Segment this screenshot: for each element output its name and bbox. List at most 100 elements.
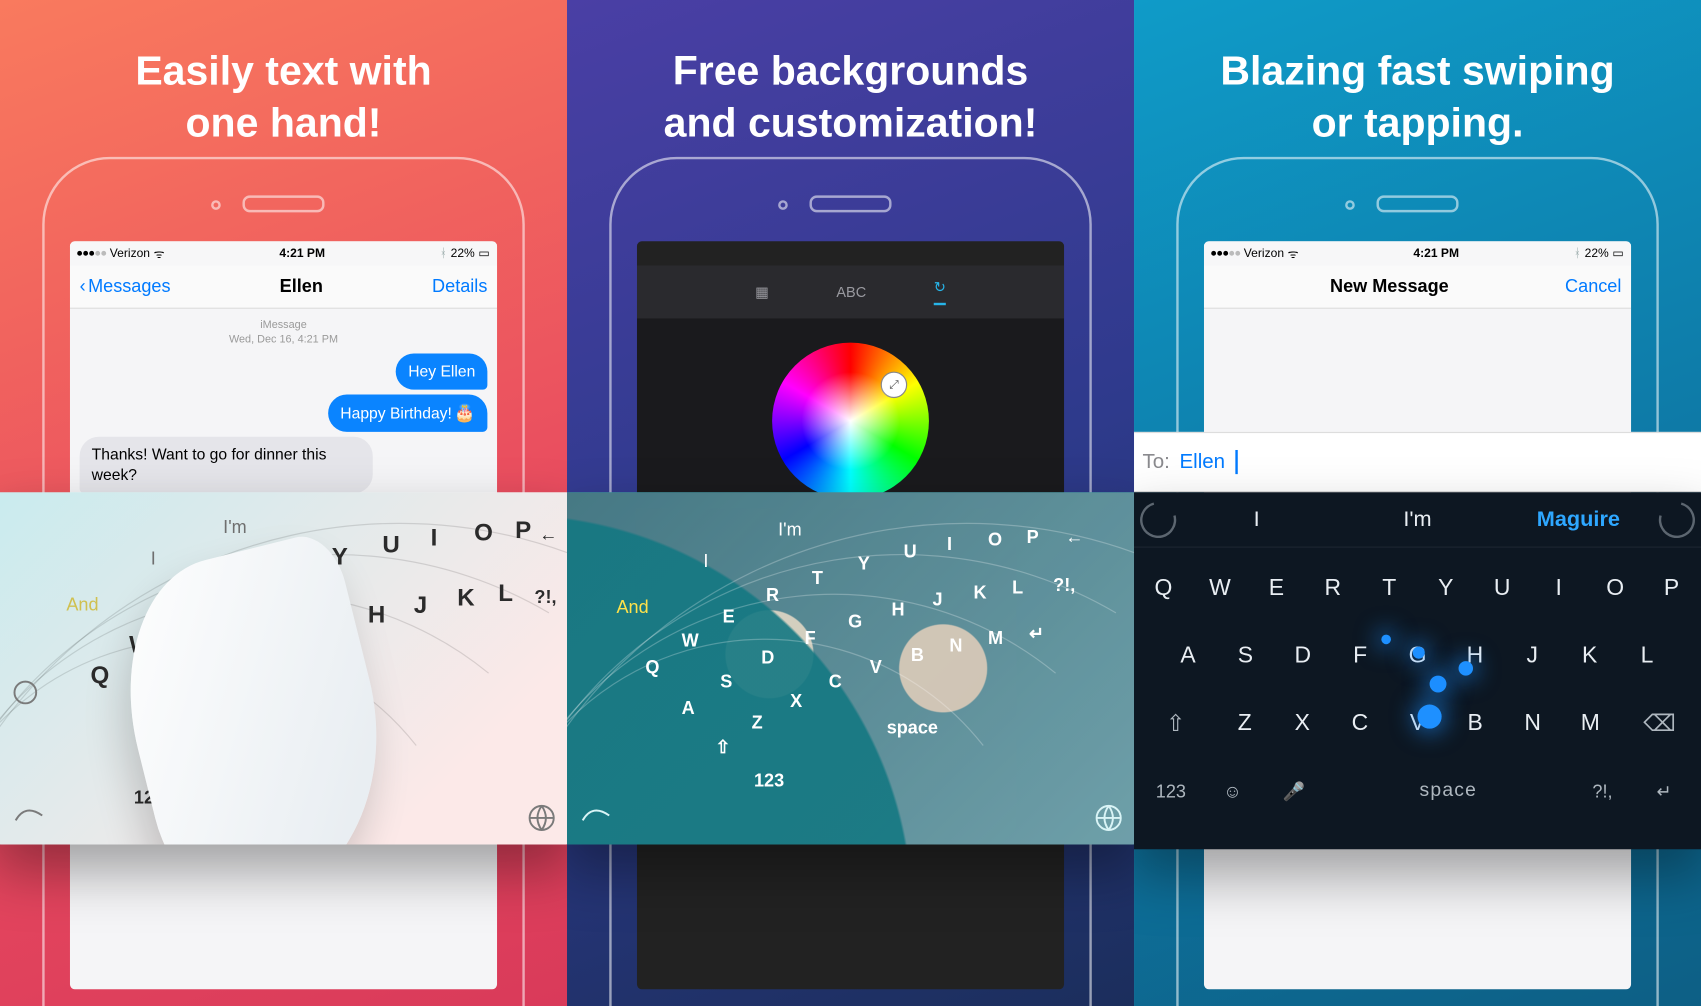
space-key[interactable]: space [1325,781,1572,803]
cancel-button[interactable]: Cancel [1565,276,1621,297]
punct-key[interactable]: ?!, [1053,575,1075,595]
key[interactable]: K [457,585,475,612]
arc-keyboard[interactable]: And I I'm Q W E R T Y U I O P A S D F G … [0,492,567,844]
key[interactable]: I [431,524,438,551]
message-in[interactable]: Thanks! Want to go for dinner this week? [80,436,374,493]
tab-font[interactable]: ABC [836,284,866,301]
key[interactable]: U [904,541,917,561]
to-field[interactable]: To: Ellen [1134,432,1701,492]
key[interactable]: C [829,672,842,692]
key[interactable]: K [1561,627,1618,685]
message-out[interactable]: Hey Ellen [396,354,487,390]
key[interactable]: U [1474,560,1530,618]
key[interactable]: R [766,585,779,605]
key[interactable]: X [790,691,802,711]
key[interactable]: J [933,590,943,610]
arc-mode-icon[interactable] [1134,495,1183,544]
key[interactable]: J [414,592,427,619]
key[interactable]: L [1618,627,1675,685]
key[interactable]: Y [858,553,870,573]
enter-key[interactable]: ↵ [1029,623,1044,643]
key[interactable]: H [1446,627,1503,685]
tab-color[interactable]: ↻ [934,279,946,306]
key[interactable]: Y [1418,560,1474,618]
standard-keyboard[interactable]: I I'm Maguire Q W E R T Y U I O P A S D [1134,492,1701,849]
key[interactable]: I [947,534,952,554]
space-key[interactable]: space [887,717,938,737]
key[interactable]: Q [90,662,109,689]
key[interactable]: I [1530,560,1586,618]
key[interactable]: B [1446,695,1504,753]
delete-key[interactable]: ← [1065,527,1083,547]
key[interactable]: X [1274,695,1332,753]
suggestion[interactable]: I'm [778,520,802,540]
message-out[interactable]: Happy Birthday!🎂 [328,394,487,431]
arc-mode-icon[interactable] [1652,495,1701,544]
back-button[interactable]: ‹ Messages [80,276,171,297]
key[interactable]: B [911,645,924,665]
emoji-key[interactable]: ☺ [1202,781,1264,802]
key[interactable]: E [723,607,735,627]
key[interactable]: D [1274,627,1331,685]
key[interactable]: P [515,517,531,544]
suggestion[interactable]: And [616,597,648,617]
key[interactable]: Z [1216,695,1274,753]
suggestion[interactable]: Maguire [1498,507,1659,532]
punct-key[interactable]: ?!, [534,587,556,607]
key[interactable]: L [498,580,513,607]
num-key[interactable]: 123 [1140,781,1202,802]
key[interactable]: U [382,532,399,559]
key[interactable]: G [848,611,862,631]
key[interactable]: O [1587,560,1643,618]
key[interactable]: Z [752,713,763,733]
num-key[interactable]: 123 [754,771,784,791]
key[interactable]: M [988,628,1003,648]
key[interactable]: S [720,672,732,692]
key[interactable]: M [1562,695,1620,753]
key[interactable]: P [1643,560,1699,618]
key[interactable]: Q [645,657,659,677]
suggestion[interactable]: And [66,594,98,614]
delete-key[interactable]: ← [539,524,557,544]
key[interactable]: W [682,631,700,651]
key[interactable]: O [988,529,1002,549]
key[interactable]: E [1248,560,1304,618]
suggestion[interactable]: I [151,549,156,569]
key[interactable]: P [1027,527,1039,547]
key[interactable]: J [1504,627,1561,685]
shift-key[interactable]: ⇧ [715,737,730,757]
key[interactable]: Q [1135,560,1191,618]
key[interactable]: V [1389,695,1447,753]
key[interactable]: N [949,635,962,655]
suggestion[interactable]: I'm [1337,507,1498,532]
enter-key[interactable]: ↵ [1633,781,1695,803]
suggestion[interactable]: I [703,551,708,571]
key[interactable]: C [1331,695,1389,753]
arc-keyboard[interactable]: And I I'm Q W E R T Y U I O P ← A S D F … [567,492,1134,844]
key[interactable]: H [892,599,905,619]
key[interactable]: V [870,657,882,677]
key[interactable]: T [812,568,823,588]
key[interactable]: F [1331,627,1388,685]
suggestion[interactable]: I'm [223,517,247,537]
color-picker-handle[interactable]: ⤢ [881,372,908,399]
suggestion[interactable]: I [1176,507,1337,532]
key[interactable]: W [1192,560,1248,618]
key[interactable]: K [974,582,987,602]
key[interactable]: T [1361,560,1417,618]
key[interactable]: O [474,519,493,546]
key[interactable]: A [1159,627,1216,685]
key[interactable]: G [1389,627,1446,685]
key[interactable]: A [682,698,695,718]
delete-key[interactable]: ⌫ [1619,695,1700,753]
punct-key[interactable]: ?!, [1572,781,1634,802]
key[interactable]: L [1012,578,1023,598]
color-wheel[interactable]: ⤢ [772,343,929,500]
details-button[interactable]: Details [432,276,487,297]
key[interactable]: F [805,628,816,648]
key[interactable]: N [1504,695,1562,753]
phone-icon[interactable] [583,810,610,820]
mic-icon[interactable]: 🎤 [1263,781,1325,803]
key[interactable]: H [368,602,385,629]
phone-icon[interactable] [16,810,43,820]
